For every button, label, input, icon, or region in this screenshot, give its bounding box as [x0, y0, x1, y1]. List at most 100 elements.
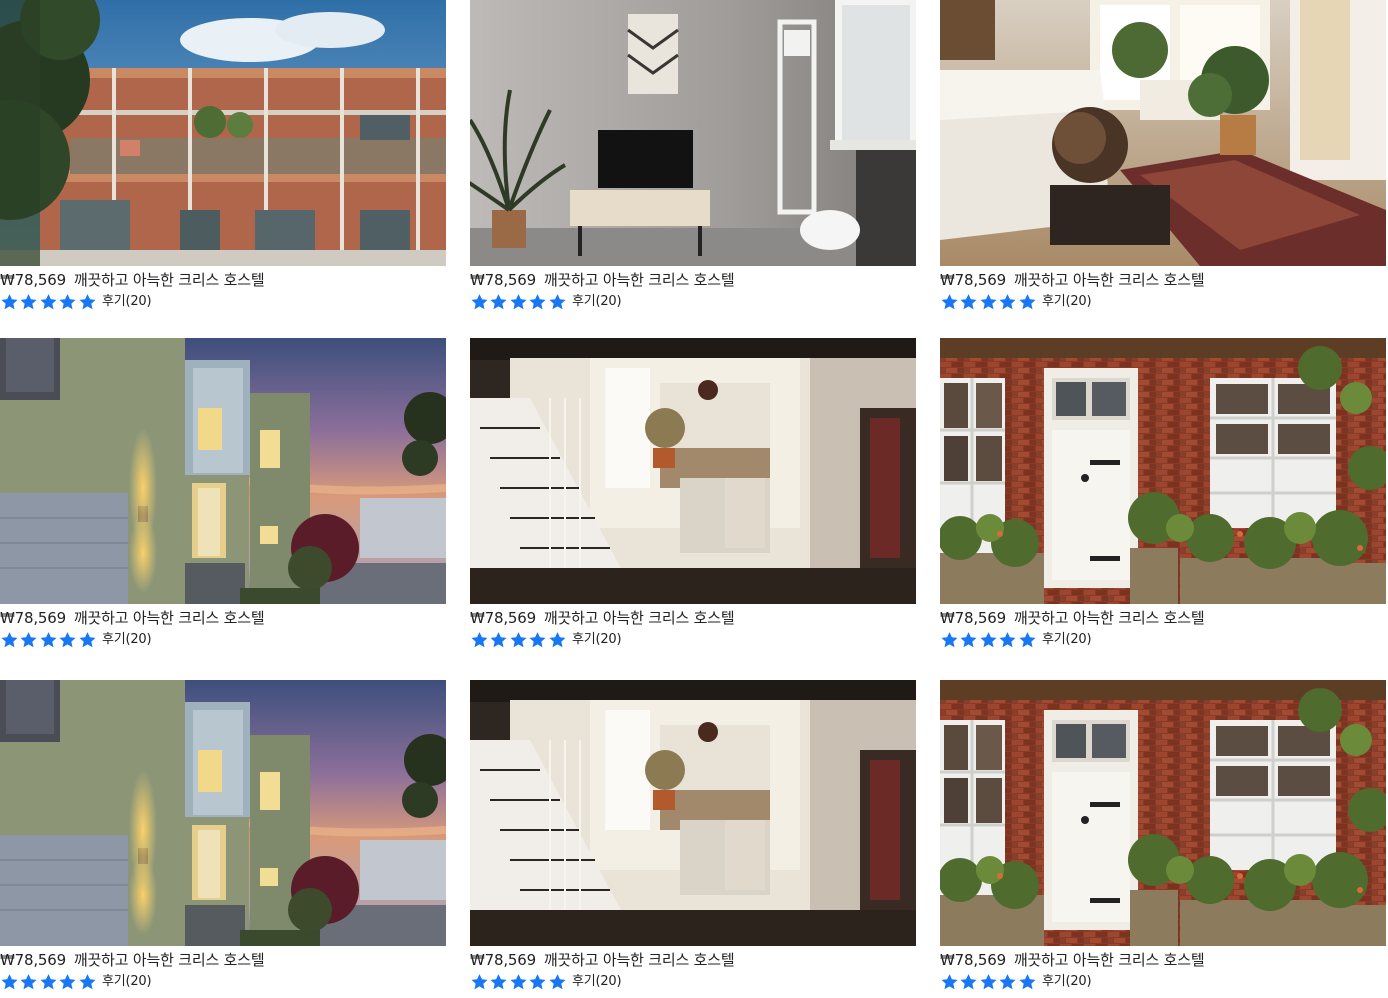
star-icon: [960, 974, 977, 990]
listing-card[interactable]: ₩78,569 깨끗하고 아늑한 크리스 호스텔 후기(20): [470, 338, 916, 656]
review-count[interactable]: 후기(20): [102, 632, 152, 648]
listing-card[interactable]: ₩78,569 깨끗하고 아늑한 크리스 호스텔 후기(20): [470, 0, 916, 318]
star-icon: [40, 974, 57, 990]
listing-name: 깨끗하고 아늑한 크리스 호스텔: [73, 609, 265, 627]
star-icon: [1, 294, 18, 310]
listing-price: ₩78,569: [470, 951, 536, 969]
listing-price: ₩78,569: [0, 271, 66, 289]
review-count[interactable]: 후기(20): [572, 974, 622, 990]
star-icon: [999, 632, 1016, 648]
star-icon: [79, 294, 96, 310]
listing-price: ₩78,569: [470, 271, 536, 289]
listing-title-line[interactable]: ₩78,569 깨끗하고 아늑한 크리스 호스텔: [470, 609, 735, 627]
review-count[interactable]: 후기(20): [102, 974, 152, 990]
listing-photo[interactable]: [0, 338, 446, 604]
listing-card[interactable]: ₩78,569 깨끗하고 아늑한 크리스 호스텔 후기(20): [940, 0, 1386, 318]
loft-staircase-photo: [470, 680, 916, 946]
star-icon: [999, 294, 1016, 310]
listing-title-line[interactable]: ₩78,569 깨끗하고 아늑한 크리스 호스텔: [940, 951, 1205, 969]
review-count[interactable]: 후기(20): [572, 632, 622, 648]
listing-title-line[interactable]: ₩78,569 깨끗하고 아늑한 크리스 호스텔: [0, 951, 265, 969]
listing-info: ₩78,569 깨끗하고 아늑한 크리스 호스텔 후기(20): [0, 604, 446, 656]
listing-name: 깨끗하고 아늑한 크리스 호스텔: [1013, 271, 1205, 289]
star-icon: [529, 294, 546, 310]
star-icon: [960, 294, 977, 310]
listing-price: ₩78,569: [940, 609, 1006, 627]
star-rating: [0, 631, 97, 649]
rating: 후기(20): [470, 973, 622, 991]
star-icon: [980, 294, 997, 310]
star-icon: [1, 974, 18, 990]
rating: 후기(20): [0, 293, 152, 311]
listing-photo[interactable]: [940, 338, 1386, 604]
listing-name: 깨끗하고 아늑한 크리스 호스텔: [73, 951, 265, 969]
listing-price: ₩78,569: [0, 951, 66, 969]
listing-title-line[interactable]: ₩78,569 깨끗하고 아늑한 크리스 호스텔: [470, 271, 735, 289]
star-icon: [510, 632, 527, 648]
listing-name: 깨끗하고 아늑한 크리스 호스텔: [73, 271, 265, 289]
star-icon: [529, 632, 546, 648]
star-icon: [999, 974, 1016, 990]
listing-card[interactable]: ₩78,569 깨끗하고 아늑한 크리스 호스텔 후기(20): [0, 338, 446, 656]
brick-house-white-door-photo: [940, 338, 1386, 604]
loft-staircase-photo: [470, 338, 916, 604]
review-count[interactable]: 후기(20): [1042, 974, 1092, 990]
star-icon: [941, 632, 958, 648]
star-icon: [1019, 974, 1036, 990]
rating: 후기(20): [940, 631, 1092, 649]
star-rating: [940, 631, 1037, 649]
listing-name: 깨끗하고 아늑한 크리스 호스텔: [543, 609, 735, 627]
review-count[interactable]: 후기(20): [572, 294, 622, 310]
rating: 후기(20): [470, 293, 622, 311]
bedroom-globe-photo: [940, 0, 1386, 266]
review-count[interactable]: 후기(20): [1042, 632, 1092, 648]
listing-price: ₩78,569: [0, 609, 66, 627]
listing-photo[interactable]: [940, 0, 1386, 266]
star-icon: [510, 294, 527, 310]
listing-name: 깨끗하고 아늑한 크리스 호스텔: [543, 271, 735, 289]
listing-name: 깨끗하고 아늑한 크리스 호스텔: [543, 951, 735, 969]
star-icon: [59, 974, 76, 990]
listing-price: ₩78,569: [470, 609, 536, 627]
star-rating: [0, 973, 97, 991]
listing-photo[interactable]: [0, 680, 446, 946]
review-count[interactable]: 후기(20): [1042, 294, 1092, 310]
listing-photo[interactable]: [940, 680, 1386, 946]
listing-photo[interactable]: [470, 338, 916, 604]
star-icon: [79, 974, 96, 990]
listing-info: ₩78,569 깨끗하고 아늑한 크리스 호스텔 후기(20): [940, 604, 1386, 656]
star-icon: [79, 632, 96, 648]
listing-title-line[interactable]: ₩78,569 깨끗하고 아늑한 크리스 호스텔: [0, 609, 265, 627]
star-icon: [510, 974, 527, 990]
listing-title-line[interactable]: ₩78,569 깨끗하고 아늑한 크리스 호스텔: [940, 609, 1205, 627]
listing-photo[interactable]: [470, 0, 916, 266]
star-icon: [471, 632, 488, 648]
rating: 후기(20): [940, 973, 1092, 991]
review-count[interactable]: 후기(20): [102, 294, 152, 310]
listing-price: ₩78,569: [940, 271, 1006, 289]
star-icon: [980, 632, 997, 648]
listing-card[interactable]: ₩78,569 깨끗하고 아늑한 크리스 호스텔 후기(20): [940, 680, 1386, 998]
star-rating: [470, 293, 567, 311]
listing-card[interactable]: ₩78,569 깨끗하고 아늑한 크리스 호스텔 후기(20): [0, 680, 446, 998]
star-icon: [490, 632, 507, 648]
listing-title-line[interactable]: ₩78,569 깨끗하고 아늑한 크리스 호스텔: [0, 271, 265, 289]
brick-house-white-door-photo: [940, 680, 1386, 946]
star-rating: [0, 293, 97, 311]
listing-title-line[interactable]: ₩78,569 깨끗하고 아늑한 크리스 호스텔: [940, 271, 1205, 289]
star-icon: [471, 294, 488, 310]
listing-card[interactable]: ₩78,569 깨끗하고 아늑한 크리스 호스텔 후기(20): [0, 0, 446, 318]
star-icon: [20, 294, 37, 310]
listing-photo[interactable]: [0, 0, 446, 266]
listing-card[interactable]: ₩78,569 깨끗하고 아늑한 크리스 호스텔 후기(20): [940, 338, 1386, 656]
rating: 후기(20): [0, 631, 152, 649]
rating: 후기(20): [940, 293, 1092, 311]
listing-info: ₩78,569 깨끗하고 아늑한 크리스 호스텔 후기(20): [470, 266, 916, 318]
star-icon: [40, 632, 57, 648]
listing-title-line[interactable]: ₩78,569 깨끗하고 아늑한 크리스 호스텔: [470, 951, 735, 969]
listing-photo[interactable]: [470, 680, 916, 946]
listing-name: 깨끗하고 아늑한 크리스 호스텔: [1013, 609, 1205, 627]
listing-card[interactable]: ₩78,569 깨끗하고 아늑한 크리스 호스텔 후기(20): [470, 680, 916, 998]
star-icon: [549, 294, 566, 310]
star-icon: [59, 294, 76, 310]
